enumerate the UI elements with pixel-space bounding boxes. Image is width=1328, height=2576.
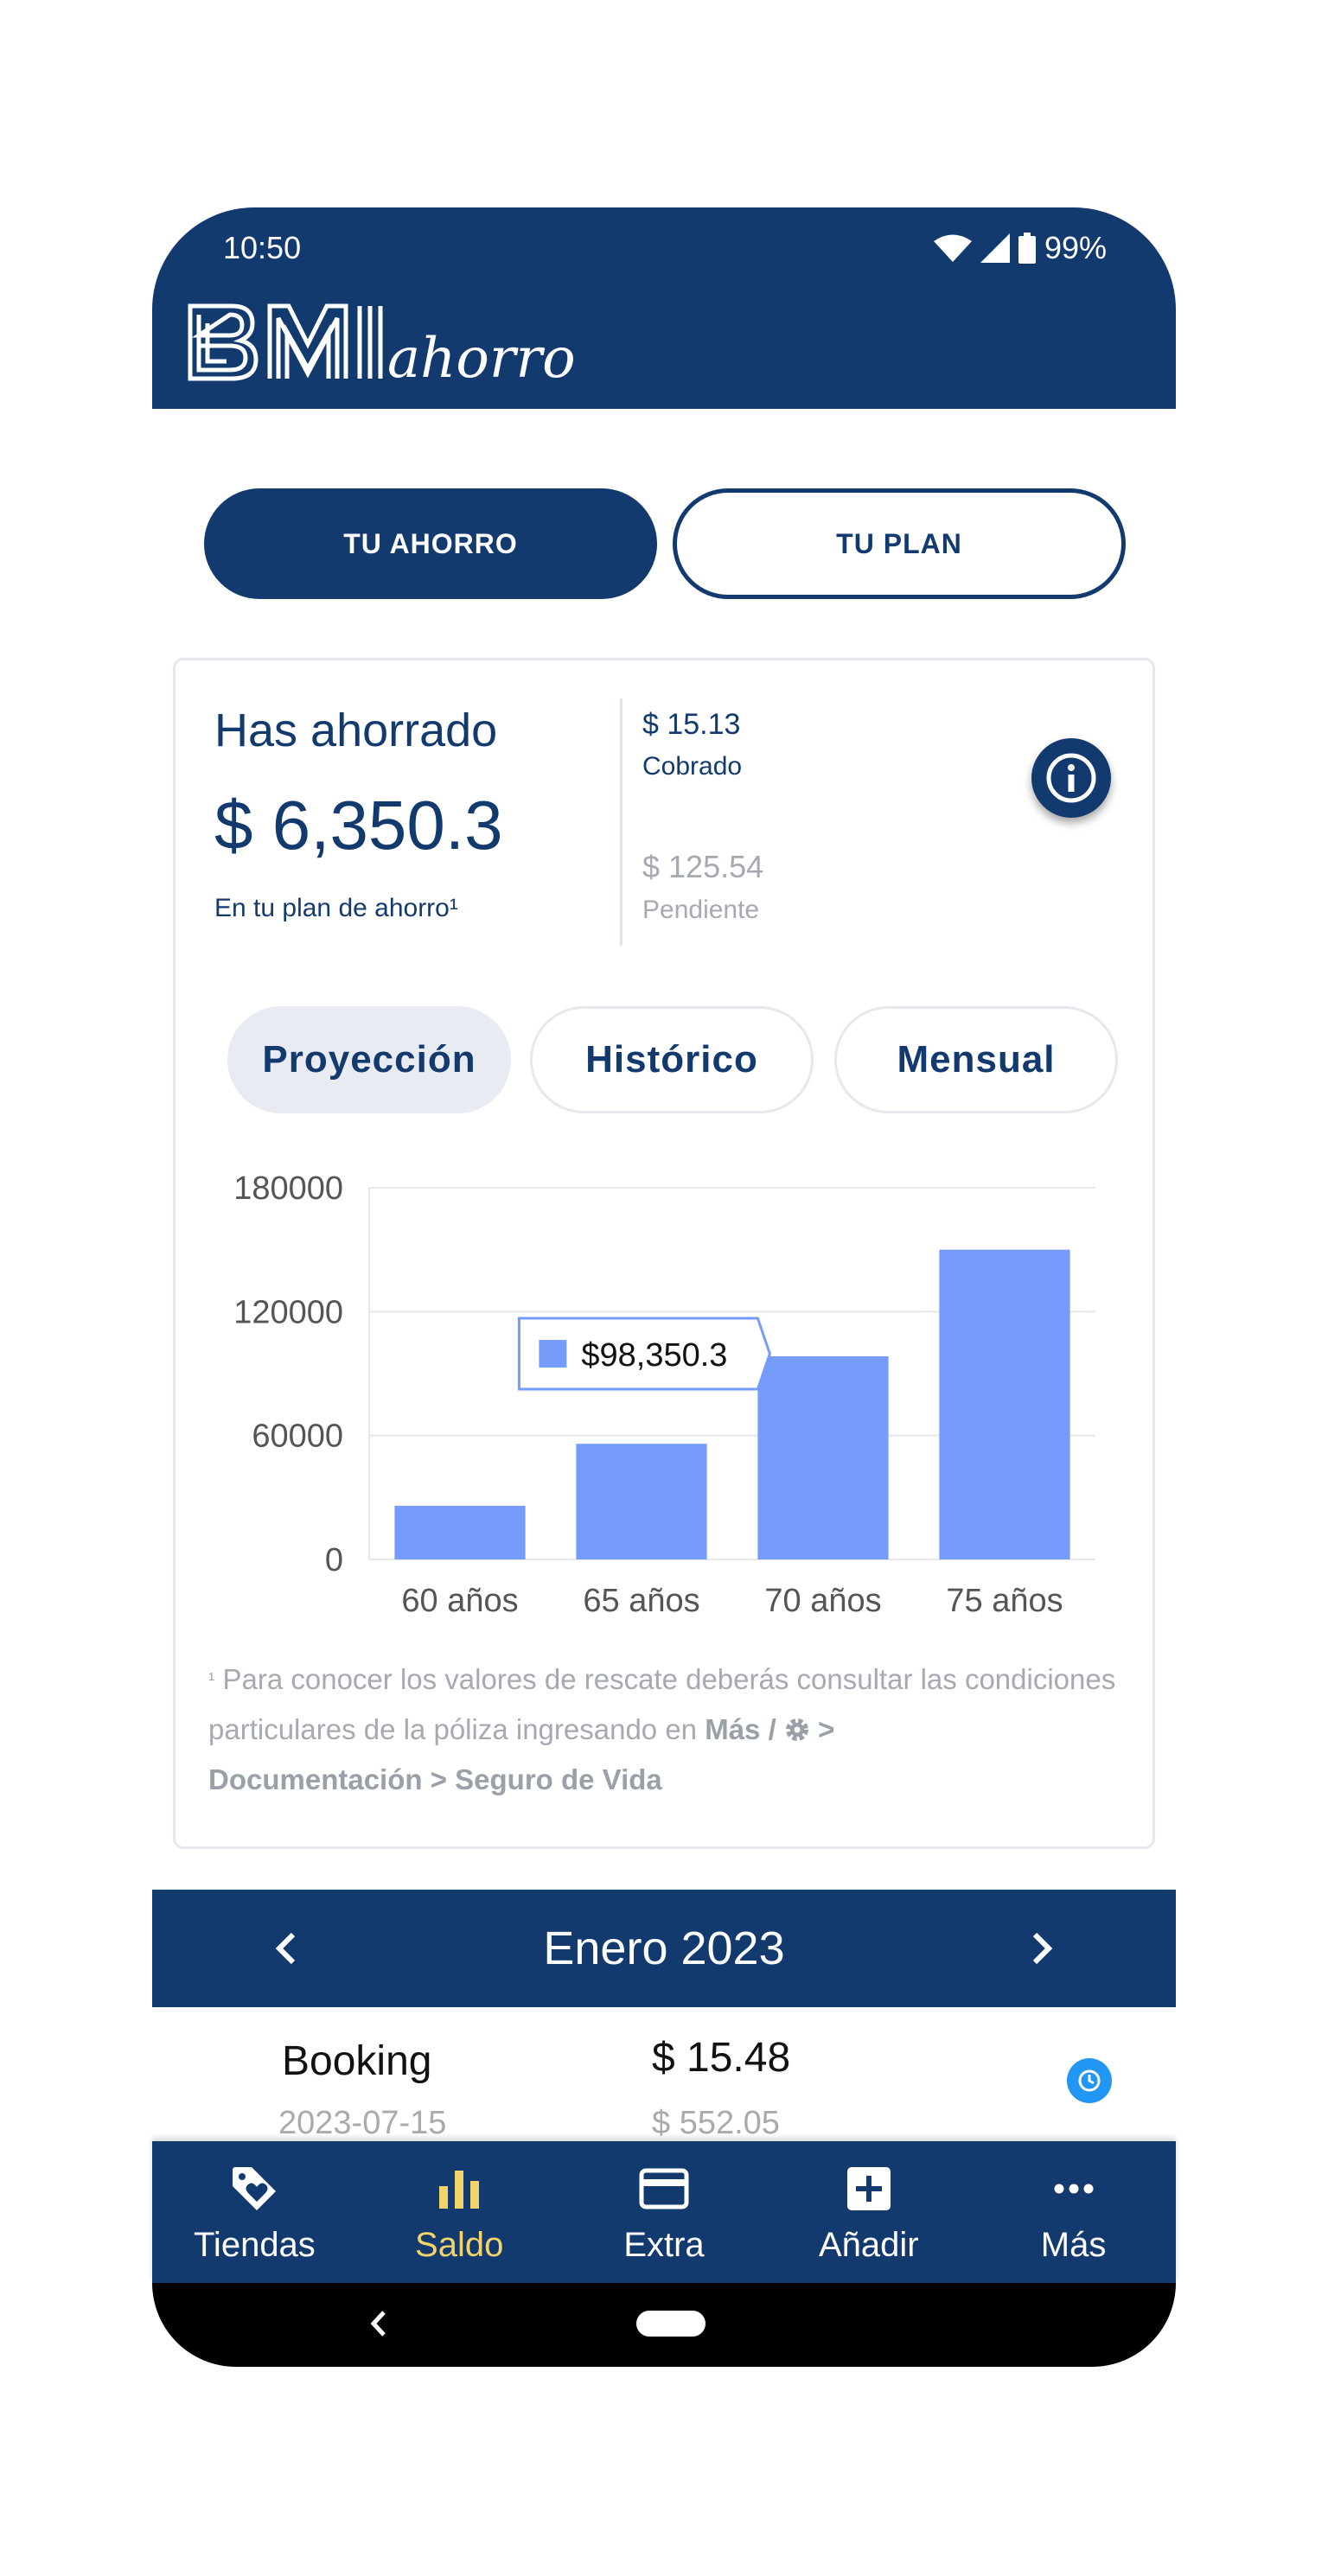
chip-historico[interactable]: Histórico [530, 1006, 814, 1113]
footnote: ¹ Para conocer los valores de rescate de… [208, 1655, 1125, 1805]
info-icon [1046, 753, 1096, 803]
transaction-date: 2023-07-15 [278, 2105, 447, 2141]
chip-mensual[interactable]: Mensual [834, 1006, 1118, 1113]
more-dots-icon [1054, 2184, 1094, 2194]
cobrado-value: $ 15.13 [642, 708, 741, 741]
system-navigation-bar [152, 2283, 1176, 2367]
tag-heart-icon [233, 2167, 277, 2210]
bar-chart-icon [439, 2171, 480, 2209]
bottom-navigation: Tiendas Saldo Extra Añadir Más [152, 2141, 1176, 2283]
clock-icon [1067, 2058, 1112, 2103]
month-selector: Enero 2023 [152, 1890, 1176, 2007]
chevron-right-icon [1032, 1932, 1053, 1965]
main-content: TU AHORRO TU PLAN Has ahorrado $ 6,350.3… [152, 409, 1176, 2141]
chart-x-tick-label: 75 años [946, 1583, 1063, 1619]
savings-title: Has ahorrado [214, 705, 498, 756]
tab-tu-plan[interactable]: TU PLAN [673, 488, 1126, 599]
credit-card-icon [639, 2168, 689, 2209]
chart-y-tick-label: 120000 [233, 1294, 343, 1330]
pendiente-label: Pendiente [642, 896, 760, 924]
chart-y-tick-label: 180000 [233, 1170, 343, 1207]
status-icons: 99% [933, 230, 1107, 266]
battery-percent: 99% [1044, 230, 1107, 265]
transaction-amount: $ 15.48 [652, 2035, 791, 2081]
footnote-text: Para conocer los valores de rescate debe… [208, 1663, 1116, 1745]
next-month-button[interactable] [1017, 1922, 1069, 1974]
plus-box-icon [846, 2167, 891, 2210]
chart-y-tick-label: 60000 [252, 1419, 343, 1455]
battery-icon [1018, 233, 1036, 264]
previous-month-button[interactable] [259, 1922, 311, 1974]
system-home-button[interactable] [636, 2311, 706, 2337]
nav-anadir-label: Añadir [818, 2226, 919, 2264]
nav-saldo[interactable]: Saldo [357, 2141, 562, 2283]
nav-tiendas-label: Tiendas [193, 2226, 316, 2264]
footnote-gt: > [818, 1713, 835, 1745]
nav-extra-label: Extra [623, 2226, 705, 2264]
chart-x-tick-label: 60 años [401, 1583, 518, 1619]
chart-tooltip-swatch [537, 1338, 569, 1370]
system-back-button[interactable] [368, 2309, 389, 2343]
pendiente-value: $ 125.54 [642, 849, 764, 884]
bmi-ahorro-logo: ahorro [187, 301, 593, 392]
nav-mas-label: Más [1040, 2226, 1107, 2264]
chart-bar [576, 1444, 707, 1559]
savings-subtitle: En tu plan de ahorro¹ [214, 894, 458, 922]
month-title: Enero 2023 [543, 1922, 785, 1974]
nav-anadir[interactable]: Añadir [766, 2141, 971, 2283]
nav-tiendas[interactable]: Tiendas [152, 2141, 357, 2283]
footnote-mas: Más / [705, 1713, 776, 1745]
projection-chart: 0 60000 120000 180000 60 años 65 años 70 años 7… [233, 1170, 1095, 1619]
chart-x-tick-label: 65 años [583, 1583, 699, 1619]
info-button[interactable] [1031, 738, 1111, 818]
wifi-icon [933, 234, 972, 262]
chart-bar [939, 1249, 1070, 1559]
savings-amount: $ 6,350.3 [214, 787, 503, 864]
cobrado-label: Cobrado [642, 752, 743, 781]
transaction-secondary-amount: $ 552.05 [652, 2105, 780, 2141]
footnote-sup: ¹ [208, 1668, 215, 1690]
app-header: 10:50 99% ahorro [152, 207, 1176, 409]
savings-card: Has ahorrado $ 6,350.3 En tu plan de aho… [173, 658, 1155, 1849]
nav-saldo-label: Saldo [415, 2226, 504, 2264]
transaction-name[interactable]: Booking [282, 2037, 431, 2085]
chip-proyeccion[interactable]: Proyección [227, 1006, 511, 1113]
vertical-divider [620, 698, 622, 946]
status-time: 10:50 [223, 230, 302, 265]
tab-tu-ahorro[interactable]: TU AHORRO [204, 488, 657, 599]
phone-frame: 10:50 99% ahorro TU AHORRO TU PLAN Has a… [152, 207, 1176, 2367]
chart-tooltip-label: $98,350.3 [581, 1337, 727, 1374]
gear-icon [785, 1718, 808, 1741]
chart-bar [394, 1505, 526, 1559]
svg-text:ahorro: ahorro [387, 327, 576, 387]
footnote-path: Documentación > Seguro de Vida [208, 1763, 662, 1795]
back-chevron-icon [370, 2311, 386, 2337]
chart-bar [757, 1356, 889, 1559]
signal-icon [980, 233, 1010, 263]
chart-y-tick-label: 0 [325, 1542, 343, 1578]
chart-x-tick-label: 70 años [764, 1583, 881, 1619]
chevron-left-icon [275, 1932, 296, 1965]
nav-extra[interactable]: Extra [562, 2141, 767, 2283]
nav-mas[interactable]: Más [971, 2141, 1176, 2283]
